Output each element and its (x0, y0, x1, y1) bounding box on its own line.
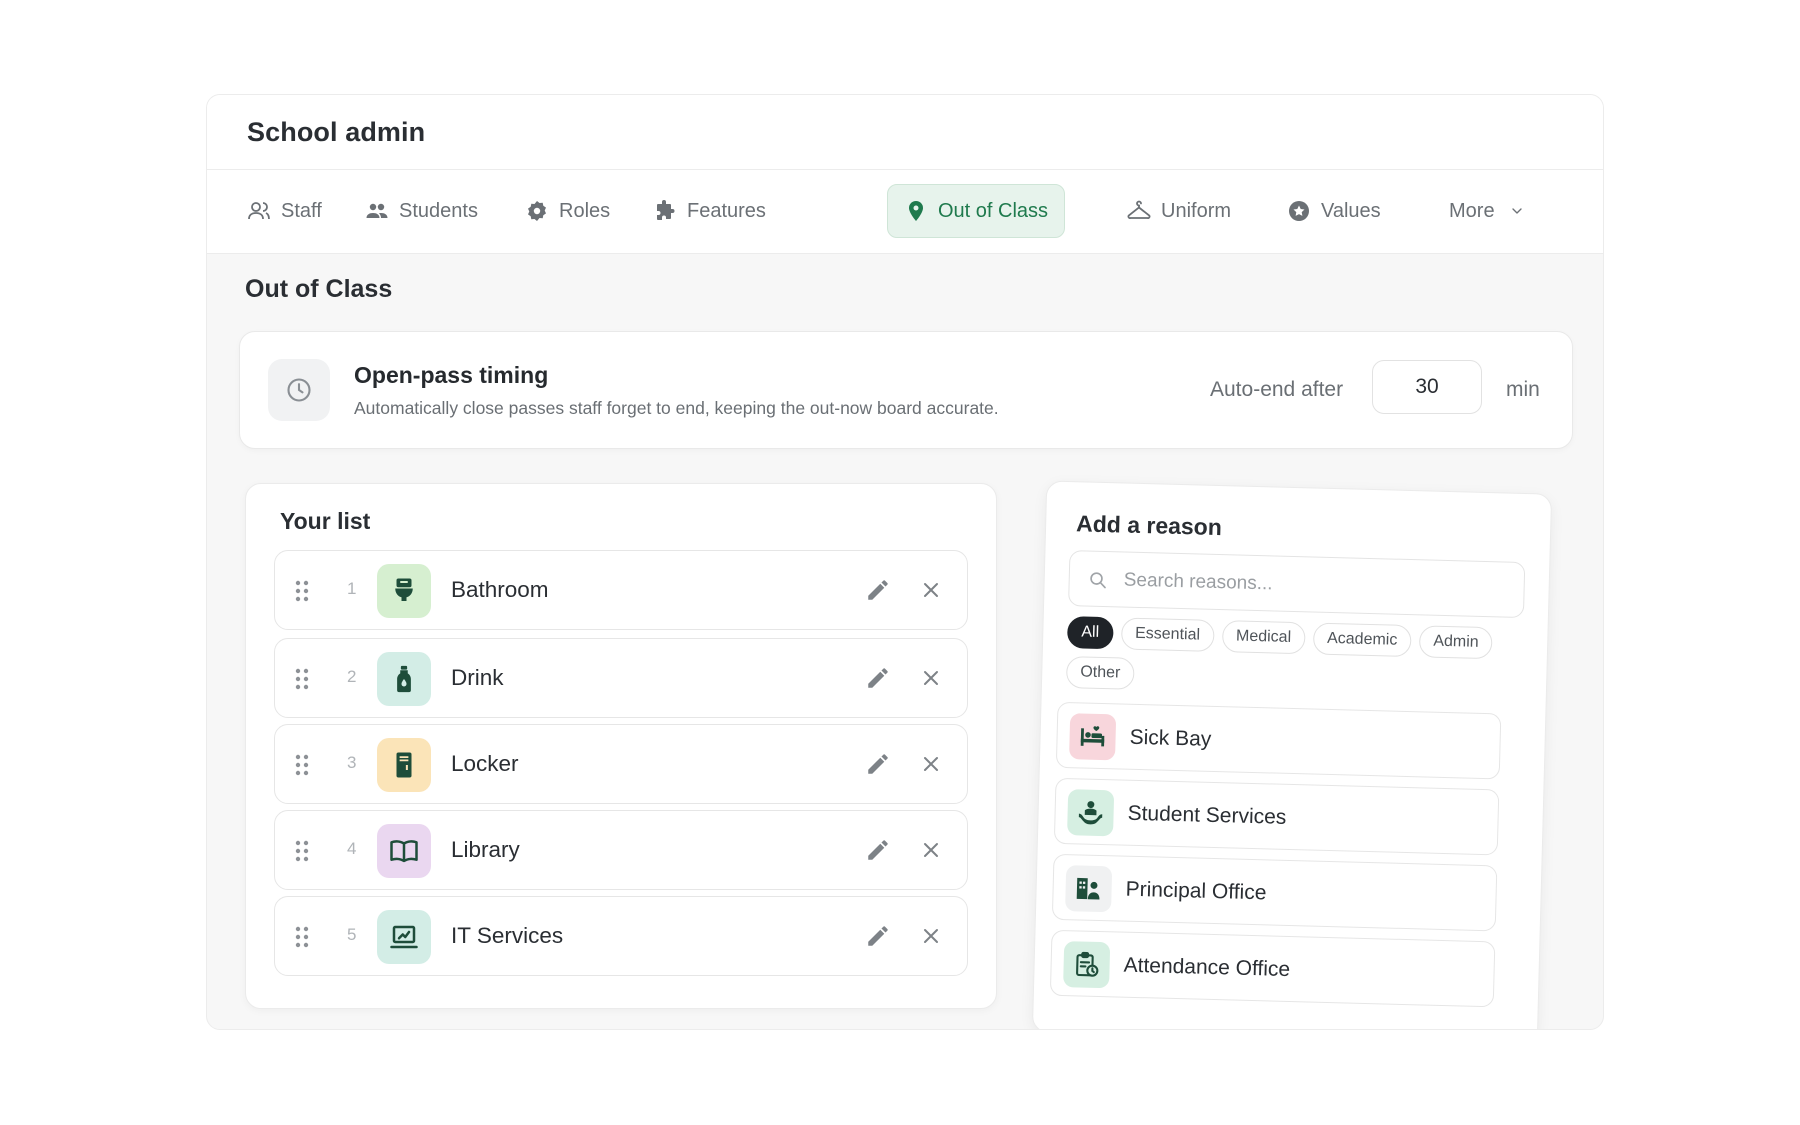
hand-heart-icon (1067, 789, 1115, 837)
clock-icon (268, 359, 330, 421)
tab-label: Roles (559, 199, 611, 222)
drag-handle-icon[interactable] (293, 753, 311, 777)
remove-x-icon[interactable] (921, 668, 941, 688)
your-list-title: Your list (280, 508, 371, 534)
list-item: 2 Drink (274, 638, 968, 718)
chip-other[interactable]: Other (1065, 656, 1135, 690)
chip-medical[interactable]: Medical (1221, 620, 1306, 655)
edit-pencil-icon[interactable] (865, 923, 891, 949)
filter-chips: All Essential Medical Academic Admin Oth… (1065, 616, 1528, 700)
list-item-label: IT Services (451, 923, 564, 948)
drag-handle-icon[interactable] (293, 839, 311, 863)
edit-pencil-icon[interactable] (865, 577, 891, 603)
toilet-icon (377, 564, 431, 618)
reason-item-student-services[interactable]: Student Services (1053, 777, 1500, 856)
list-item-label: Bathroom (451, 577, 549, 602)
reason-item-label: Principal Office (1125, 877, 1267, 905)
list-item: 3 Locker (274, 724, 968, 804)
bed-icon (1069, 713, 1117, 761)
tab-label: Students (399, 199, 478, 222)
list-item: 4 Library (274, 810, 968, 890)
tab-label: Values (1321, 199, 1381, 222)
users-outline-icon (248, 202, 270, 220)
drag-handle-icon[interactable] (293, 667, 311, 691)
chevron-down-icon (1511, 208, 1522, 214)
chip-essential[interactable]: Essential (1120, 617, 1215, 652)
list-item-index: 1 (347, 579, 357, 598)
reason-item-principal-office[interactable]: Principal Office (1051, 853, 1498, 932)
add-reason-card: Add a reason All Essential Medical Acade… (1031, 480, 1553, 1029)
tab-label: Features (687, 199, 766, 222)
bottle-icon (377, 652, 431, 706)
drag-handle-icon[interactable] (293, 925, 311, 949)
list-item-index: 4 (347, 839, 357, 858)
locker-icon (377, 738, 431, 792)
map-pin-icon (909, 201, 923, 221)
auto-end-label: Auto-end after (1210, 378, 1344, 401)
reason-item-label: Attendance Office (1123, 953, 1291, 982)
card-header: School admin (207, 95, 1603, 170)
reason-item-sick-bay[interactable]: Sick Bay (1055, 701, 1502, 780)
tab-students[interactable]: Students (349, 184, 494, 238)
remove-x-icon[interactable] (921, 754, 941, 774)
clipboard-clock-icon (1063, 941, 1111, 989)
remove-x-icon[interactable] (921, 840, 941, 860)
timing-title: Open-pass timing (354, 362, 549, 388)
remove-x-icon[interactable] (921, 926, 941, 946)
list-item: 1 Bathroom (274, 550, 968, 630)
chip-all[interactable]: All (1066, 616, 1114, 650)
tab-out-of-class[interactable]: Out of Class (887, 184, 1066, 238)
remove-x-icon[interactable] (921, 580, 941, 600)
page-title: School admin (247, 116, 426, 147)
school-admin-card: School admin Staff Students Roles Featur… (206, 94, 1604, 1030)
tab-values[interactable]: Values (1271, 184, 1397, 238)
section-title: Out of Class (245, 275, 393, 303)
list-item-label: Drink (451, 665, 504, 690)
open-pass-timing-card: Open-pass timing Automatically close pas… (239, 331, 1573, 449)
list-item-index: 5 (347, 925, 357, 944)
list-item-index: 3 (347, 753, 357, 772)
laptop-icon (377, 910, 431, 964)
minutes-unit-label: min (1506, 378, 1540, 401)
tab-features[interactable]: Features (637, 184, 782, 238)
reason-item-label: Student Services (1127, 801, 1287, 829)
badge-icon (528, 201, 546, 221)
book-icon (377, 824, 431, 878)
office-person-icon (1065, 865, 1113, 913)
puzzle-icon (657, 200, 675, 220)
add-reason-title: Add a reason (1075, 510, 1223, 541)
reason-item-label: Sick Bay (1129, 725, 1212, 751)
tab-label: Uniform (1161, 199, 1232, 222)
list-item-label: Locker (451, 751, 519, 776)
list-item-index: 2 (347, 667, 357, 686)
tab-roles[interactable]: Roles (509, 184, 626, 238)
chip-admin[interactable]: Admin (1418, 625, 1494, 660)
search-icon (1090, 572, 1106, 589)
reason-item-attendance-office[interactable]: Attendance Office (1049, 929, 1496, 1008)
edit-pencil-icon[interactable] (865, 751, 891, 777)
list-item-label: Library (451, 837, 520, 862)
your-list-card: Your list 1 Bathroom 2 Drink 3 Locker 4 … (245, 483, 997, 1009)
list-item: 5 IT Services (274, 896, 968, 976)
drag-handle-icon[interactable] (293, 579, 311, 603)
chip-academic[interactable]: Academic (1312, 622, 1412, 658)
tab-bar: Staff Students Roles Features Out of Cla… (207, 170, 1603, 254)
auto-end-minutes-input[interactable] (1372, 360, 1482, 414)
edit-pencil-icon[interactable] (865, 665, 891, 691)
tab-label: More (1449, 199, 1495, 222)
search-box (1068, 550, 1526, 619)
users-icon (366, 203, 388, 218)
tab-uniform[interactable]: Uniform (1111, 184, 1247, 238)
edit-pencil-icon[interactable] (865, 837, 891, 863)
timing-description: Automatically close passes staff forget … (354, 398, 999, 418)
search-reasons-input[interactable] (1123, 562, 1515, 609)
tab-label: Out of Class (938, 199, 1049, 222)
tab-staff[interactable]: Staff (231, 184, 338, 238)
hanger-icon (1127, 200, 1151, 219)
tab-label: Staff (281, 199, 322, 222)
star-circle-icon (1289, 201, 1309, 221)
tab-more[interactable]: More (1433, 184, 1541, 238)
